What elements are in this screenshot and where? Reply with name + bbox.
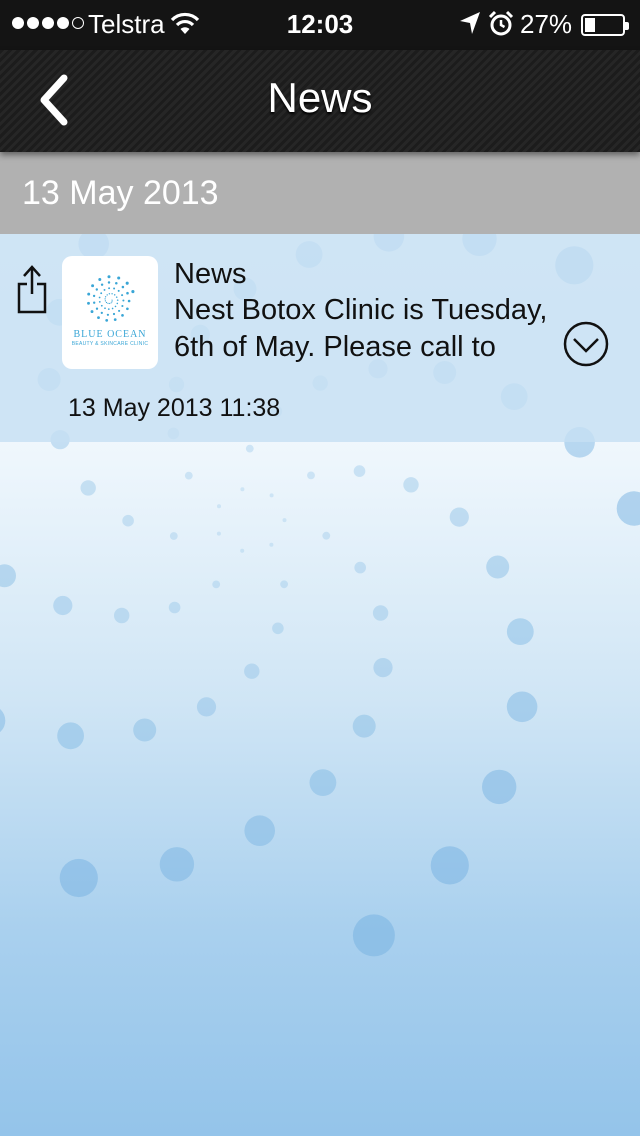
background-bubble (133, 718, 157, 742)
background-bubble (240, 548, 245, 553)
expand-button[interactable] (562, 320, 610, 368)
background-bubble (506, 618, 534, 645)
background-bubble (486, 555, 510, 579)
share-button[interactable] (16, 264, 48, 316)
background-bubble (57, 722, 84, 750)
background-bubble (169, 532, 178, 540)
location-arrow-icon (458, 10, 482, 43)
background-bubble (282, 518, 287, 523)
news-item-title: News (174, 258, 247, 290)
status-bar: Telstra 12:03 27% (0, 0, 640, 50)
battery-icon (581, 14, 629, 36)
background-bubble (272, 622, 284, 635)
background-bubble (216, 531, 221, 536)
background-bubble (352, 714, 376, 738)
background-bubble (159, 847, 195, 882)
background-bubble (307, 471, 315, 480)
background-bubble (506, 691, 538, 723)
section-date: 13 May 2013 (22, 174, 219, 212)
background-bubble (0, 709, 6, 733)
background-bubble (269, 542, 274, 547)
background-bubble (168, 601, 181, 614)
background-bubble (353, 465, 366, 477)
background-bubble (430, 846, 469, 885)
background-bubble (0, 564, 16, 588)
background-bubble (449, 507, 469, 527)
background-bubble (80, 480, 96, 496)
background-bubble (114, 607, 130, 624)
news-list-item[interactable]: BLUE OCEAN BEAUTY & SKINCARE CLINIC News… (0, 234, 640, 442)
logo-brand-text: BLUE OCEAN (73, 329, 147, 340)
background-bubble (244, 663, 260, 679)
background-bubble (244, 815, 275, 846)
background-bubble (269, 493, 274, 498)
background-bubble (372, 605, 389, 621)
background-bubble (245, 444, 254, 453)
chevron-down-circle-icon (563, 321, 609, 367)
battery-fill (585, 18, 595, 32)
background-bubble (403, 477, 419, 493)
background-bubble (352, 914, 395, 957)
background-bubble (373, 658, 393, 678)
battery-percentage: 27% (520, 9, 573, 39)
background-bubble (354, 561, 367, 574)
background-bubble (184, 471, 193, 480)
background-bubble (212, 580, 221, 589)
background-bubble (217, 504, 221, 509)
background-bubble (122, 514, 134, 527)
background-bubble (53, 595, 73, 616)
page-title: News (267, 74, 373, 121)
background-bubble (309, 769, 337, 796)
news-item-timestamp: 13 May 2013 11:38 (68, 394, 281, 422)
date-section-header: 13 May 2013 (0, 152, 640, 234)
background-bubble (59, 858, 98, 898)
background-bubble (482, 769, 517, 805)
spiral-logo-icon (87, 275, 135, 322)
share-icon (17, 265, 47, 314)
navigation-bar: News (0, 50, 640, 152)
logo-tagline-text: BEAUTY & SKINCARE CLINIC (71, 341, 149, 347)
background-bubble (280, 580, 288, 589)
background-bubble (240, 487, 245, 492)
background-bubble (616, 491, 640, 526)
clinic-logo: BLUE OCEAN BEAUTY & SKINCARE CLINIC (62, 256, 158, 369)
alarm-clock-icon (488, 10, 514, 45)
news-item-body: Nest Botox Clinic is Tuesday, 6th of May… (174, 294, 548, 363)
background-bubble (196, 697, 217, 717)
background-bubble (322, 531, 331, 540)
